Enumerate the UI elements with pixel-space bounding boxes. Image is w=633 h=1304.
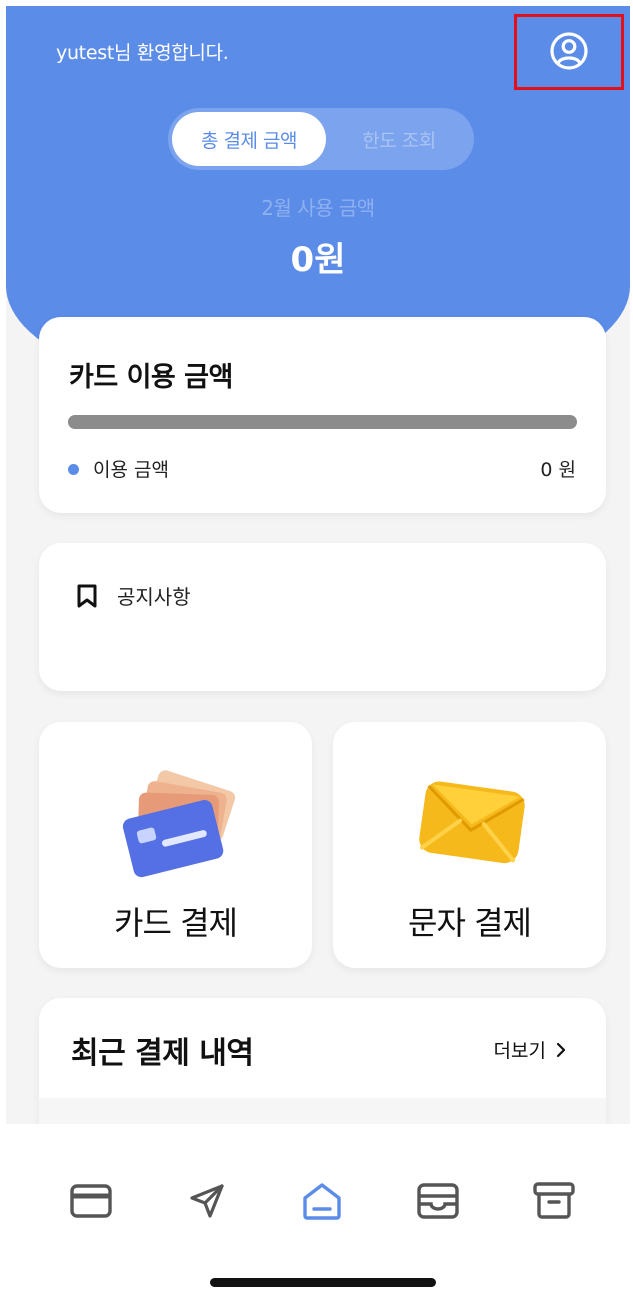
card-payment-tile[interactable]: 카드 결제 (39, 722, 312, 968)
sms-payment-tile[interactable]: 문자 결제 (333, 722, 606, 968)
bottom-tab-bar (6, 1124, 630, 1304)
total-amount: 0원 (290, 240, 346, 280)
tab-total-payment[interactable]: 총 결제 금액 (172, 112, 326, 166)
envelope-icon (418, 781, 525, 864)
tab-send[interactable] (182, 1176, 232, 1226)
recent-payments-title: 최근 결제 내역 (71, 1036, 254, 1071)
usage-progress-bar (68, 415, 577, 429)
amount-segment-control: 총 결제 금액 한도 조회 (168, 108, 474, 170)
send-icon (190, 1184, 224, 1218)
usage-legend-label: 이용 금액 (93, 459, 169, 481)
bookmark-icon (77, 584, 97, 608)
legend-dot (68, 464, 79, 475)
more-label: 더보기 (493, 1040, 546, 1062)
welcome-text: yutest님 환영합니다. (56, 42, 229, 64)
tab-card[interactable] (66, 1176, 116, 1226)
user-circle-icon (550, 32, 588, 70)
sms-payment-label: 문자 결제 (408, 904, 532, 942)
chevron-right-icon (556, 1042, 566, 1057)
profile-button[interactable] (545, 27, 593, 75)
home-icon (303, 1183, 341, 1220)
credit-cards-icon (122, 770, 235, 878)
notice-panel[interactable]: 공지사항 (39, 543, 606, 691)
wallet-icon (417, 1183, 459, 1219)
month-usage-label: 2월 사용 금액 (261, 196, 375, 220)
tab-home[interactable] (297, 1176, 347, 1226)
home-indicator (210, 1278, 436, 1287)
tab-limit-inquiry[interactable]: 한도 조회 (328, 112, 470, 166)
archive-icon (533, 1182, 575, 1219)
card-usage-title: 카드 이용 금액 (69, 362, 233, 393)
tab-archive[interactable] (529, 1176, 579, 1226)
card-usage-panel: 카드 이용 금액 이용 금액 0 원 (39, 317, 606, 513)
app-frame: yutest님 환영합니다. 총 결제 금액 한도 조회 2월 사용 금액 0원… (6, 6, 630, 1304)
card-icon (70, 1184, 112, 1218)
tab-wallet[interactable] (413, 1176, 463, 1226)
usage-legend-value: 0 원 (540, 459, 576, 481)
notice-label: 공지사항 (117, 585, 191, 609)
more-link[interactable]: 더보기 (494, 1036, 566, 1063)
card-payment-label: 카드 결제 (114, 904, 238, 942)
